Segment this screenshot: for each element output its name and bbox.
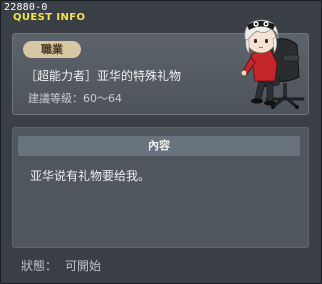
content-text: 亚华说有礼物要给我。 bbox=[30, 169, 151, 183]
job-badge: 職業 bbox=[23, 41, 81, 58]
character-portrait bbox=[241, 19, 305, 109]
quest-info-window: 22880-0 QUEST INFO 職業 ［超能力者］亚华的特殊礼物 建議等級… bbox=[0, 0, 322, 284]
status-value: 可開始 bbox=[65, 259, 102, 273]
status-label: 狀態： bbox=[21, 259, 58, 273]
window-title: QUEST INFO bbox=[13, 12, 86, 23]
quest-status: 狀態： 可開始 bbox=[21, 259, 101, 274]
content-header: 內容 bbox=[18, 136, 300, 156]
required-level: 建議等級：60～64 bbox=[28, 92, 122, 105]
quest-name: ［超能力者］亚华的特殊礼物 bbox=[25, 69, 182, 83]
